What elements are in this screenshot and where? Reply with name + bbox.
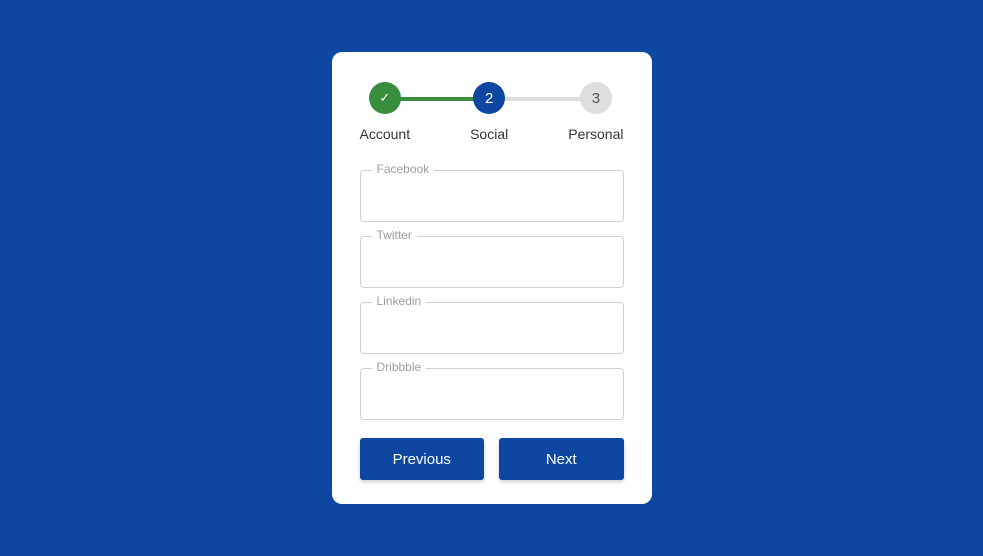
- button-row: Previous Next: [360, 438, 624, 480]
- step-personal-label: Personal: [568, 126, 623, 142]
- step-personal-number: 3: [592, 90, 600, 107]
- twitter-input[interactable]: [360, 236, 624, 288]
- facebook-field-wrapper: Facebook: [360, 170, 624, 222]
- step-account[interactable]: ✓ Account: [360, 82, 411, 142]
- stepper: ✓ Account 2 Social 3 Personal: [360, 82, 624, 142]
- next-button[interactable]: Next: [499, 438, 624, 480]
- facebook-input[interactable]: [360, 170, 624, 222]
- form-fields: Facebook Twitter Linkedin Dribbble: [360, 170, 624, 420]
- linkedin-input[interactable]: [360, 302, 624, 354]
- check-icon: ✓: [379, 90, 390, 106]
- previous-button[interactable]: Previous: [360, 438, 485, 480]
- facebook-label: Facebook: [372, 162, 435, 176]
- step-social[interactable]: 2 Social: [470, 82, 508, 142]
- step-social-circle: 2: [473, 82, 505, 114]
- step-social-number: 2: [485, 90, 493, 107]
- twitter-field-wrapper: Twitter: [360, 236, 624, 288]
- step-social-label: Social: [470, 126, 508, 142]
- linkedin-field-wrapper: Linkedin: [360, 302, 624, 354]
- step-personal[interactable]: 3 Personal: [568, 82, 623, 142]
- wizard-card: ✓ Account 2 Social 3 Personal Facebook T…: [332, 52, 652, 504]
- dribbble-label: Dribbble: [372, 360, 427, 374]
- dribbble-input[interactable]: [360, 368, 624, 420]
- dribbble-field-wrapper: Dribbble: [360, 368, 624, 420]
- step-account-label: Account: [360, 126, 411, 142]
- step-account-circle: ✓: [369, 82, 401, 114]
- linkedin-label: Linkedin: [372, 294, 427, 308]
- twitter-label: Twitter: [372, 228, 417, 242]
- step-personal-circle: 3: [580, 82, 612, 114]
